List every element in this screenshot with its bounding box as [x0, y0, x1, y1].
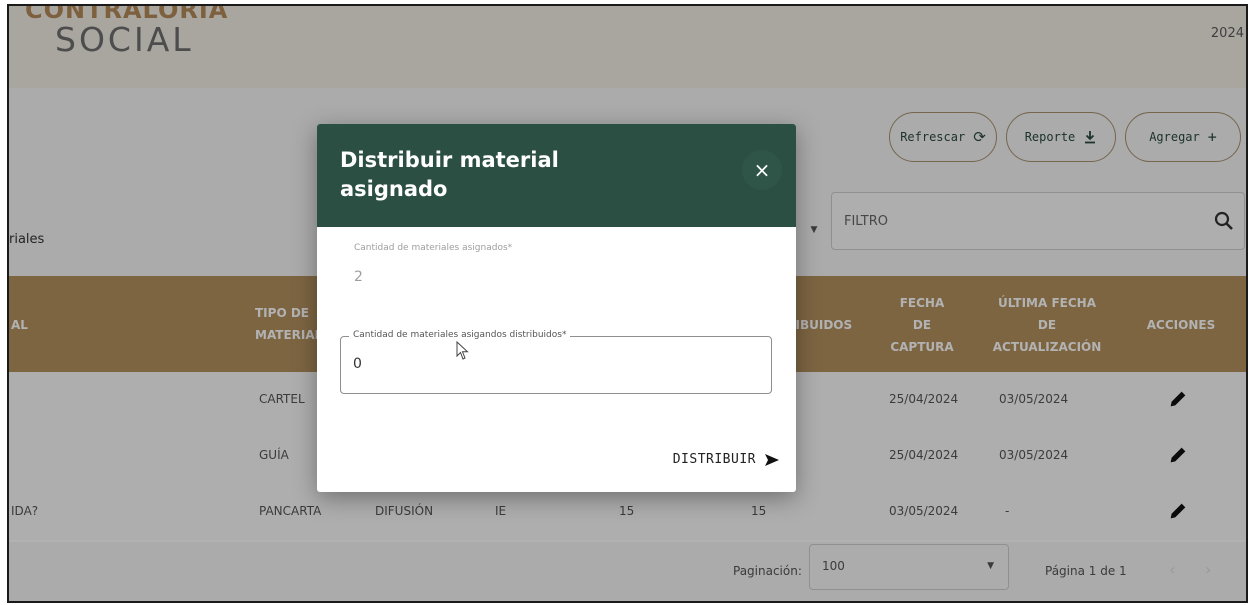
dialog-title: Distribuir material asignado [340, 148, 559, 201]
assigned-quantity-field: Cantidad de materiales asignados* 2 [340, 237, 772, 301]
assigned-quantity-label: Cantidad de materiales asignados* [354, 243, 513, 253]
distributed-quantity-input[interactable] [353, 349, 753, 379]
distributed-quantity-label: Cantidad de materiales asigandos distrib… [349, 330, 571, 340]
distribuir-button[interactable]: DISTRIBUIR [673, 452, 780, 467]
send-icon [765, 453, 779, 466]
dialog-header: Distribuir material asignado × [317, 124, 796, 227]
distribute-dialog: Distribuir material asignado × Cantidad … [317, 124, 796, 492]
close-button[interactable]: × [742, 150, 782, 190]
mouse-cursor-icon [456, 341, 469, 360]
close-icon: × [753, 158, 771, 182]
browser-frame: CONTRALORIA SOCIAL 2024 Refrescar ⟳ Repo… [7, 4, 1248, 603]
distributed-quantity-field: Cantidad de materiales asigandos distrib… [340, 330, 772, 394]
assigned-quantity-value: 2 [354, 269, 363, 285]
distribuir-button-label: DISTRIBUIR [672, 452, 756, 467]
